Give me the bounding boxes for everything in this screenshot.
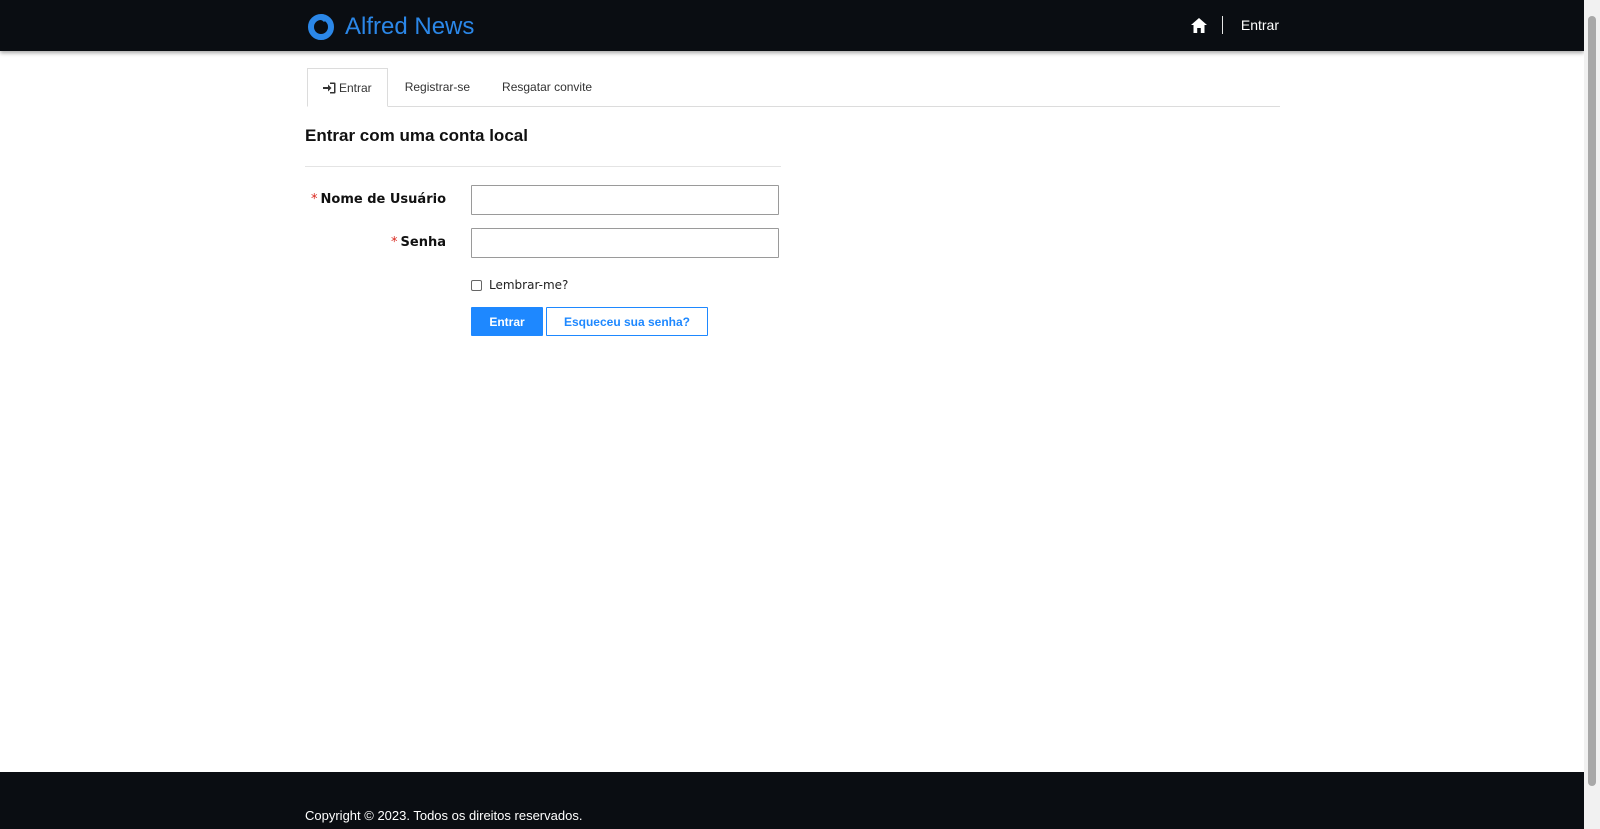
login-button[interactable]: Entrar <box>471 307 543 336</box>
username-label: * Nome de Usuário <box>246 192 446 207</box>
forgot-password-button[interactable]: Esqueceu sua senha? <box>546 307 708 336</box>
page-scrollbar[interactable] <box>1584 0 1600 829</box>
password-input[interactable] <box>471 228 779 258</box>
home-icon[interactable] <box>1190 17 1207 33</box>
brand[interactable]: Alfred News <box>307 12 474 42</box>
brand-logo-icon <box>308 14 334 40</box>
form-divider <box>305 166 781 167</box>
brand-name: Alfred News <box>345 13 475 40</box>
top-login-link[interactable]: Entrar <box>1241 17 1279 33</box>
auth-tabs: Entrar Registrar-se Resgatar convite <box>307 68 1280 107</box>
remember-me-label: Lembrar-me? <box>489 278 569 292</box>
remember-me-checkbox[interactable] <box>471 279 482 291</box>
password-label: * Senha <box>246 235 446 250</box>
tab-redeem-invite[interactable]: Resgatar convite <box>487 68 607 106</box>
username-label-text: Nome de Usuário <box>320 192 446 207</box>
remember-me[interactable]: Lembrar-me? <box>471 278 568 292</box>
footer: Copyright © 2023. Todos os direitos rese… <box>0 772 1584 829</box>
top-nav-right: Entrar <box>1190 14 1279 36</box>
password-label-text: Senha <box>400 235 446 250</box>
sign-in-icon <box>323 82 336 94</box>
tab-register-label: Registrar-se <box>404 80 471 94</box>
username-input[interactable] <box>471 185 779 215</box>
tab-login[interactable]: Entrar <box>307 68 388 107</box>
tab-login-label: Entrar <box>339 80 372 95</box>
tab-redeem-invite-label: Resgatar convite <box>502 80 593 94</box>
top-navbar: Alfred News Entrar <box>0 0 1584 51</box>
required-marker: * <box>391 235 398 250</box>
required-marker: * <box>311 192 318 207</box>
form-title: Entrar com uma conta local <box>305 126 528 145</box>
copyright-text: Copyright © 2023. Todos os direitos rese… <box>305 808 583 823</box>
nav-separator <box>1221 16 1223 34</box>
tab-register[interactable]: Registrar-se <box>390 68 485 106</box>
scrollbar-thumb[interactable] <box>1588 16 1596 786</box>
